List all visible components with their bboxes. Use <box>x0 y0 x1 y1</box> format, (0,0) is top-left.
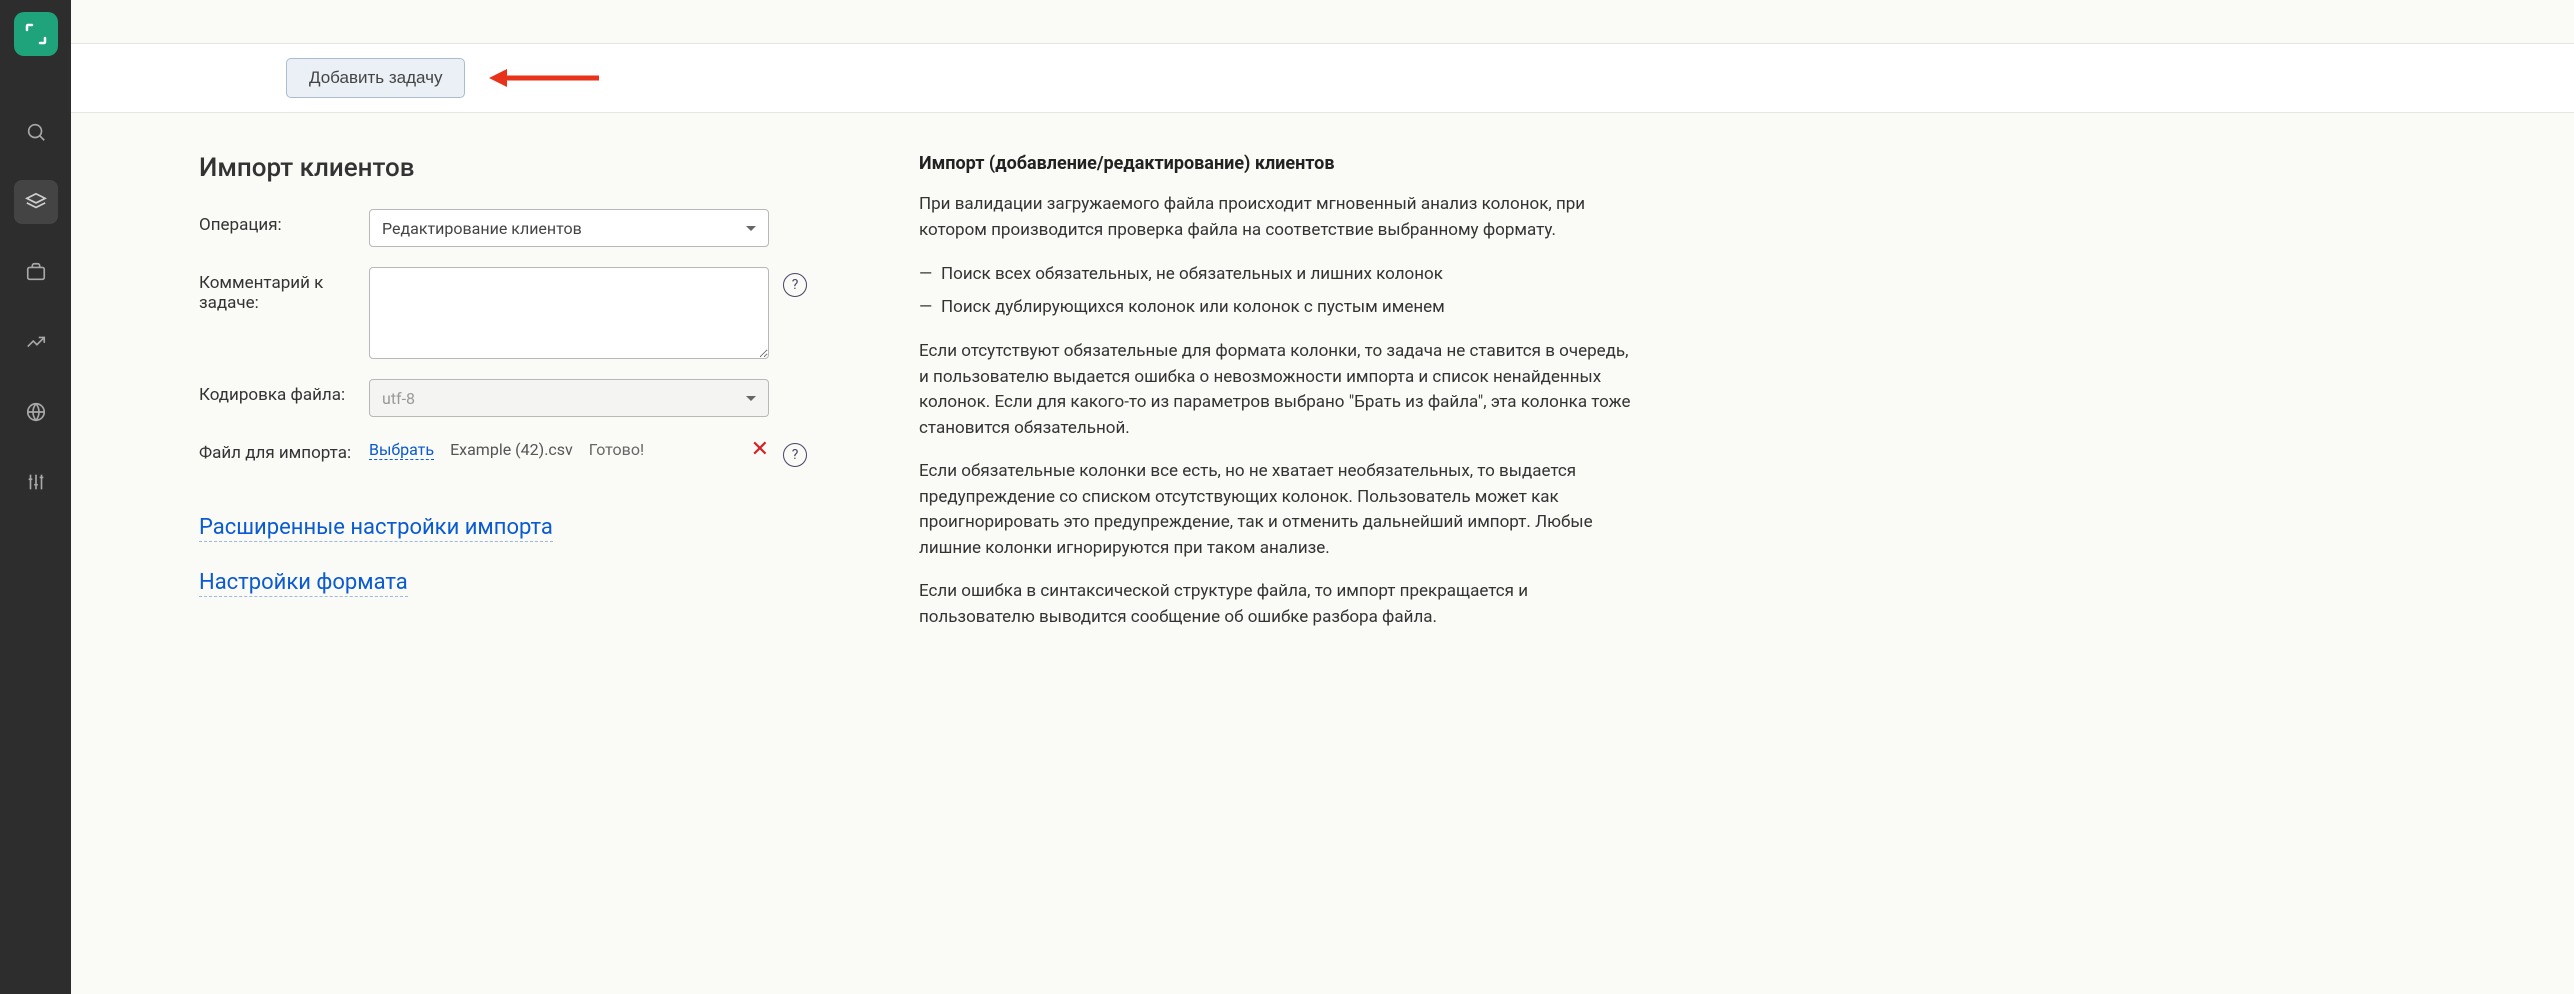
operation-value: Редактирование клиентов <box>382 219 582 238</box>
comment-label: Комментарий к задаче: <box>199 267 369 313</box>
file-label: Файл для импорта: <box>199 437 369 463</box>
help-list-item: Поиск всех обязательных, не обязательных… <box>919 261 1639 288</box>
page-title: Импорт клиентов <box>199 153 839 183</box>
help-paragraph: Если ошибка в синтаксической структуре ф… <box>919 579 1639 630</box>
layers-nav-icon[interactable] <box>14 180 58 224</box>
annotation-arrow <box>489 64 599 92</box>
trending-nav-icon[interactable] <box>14 320 58 364</box>
format-settings-link[interactable]: Настройки формата <box>199 570 408 597</box>
help-icon-comment[interactable]: ? <box>783 273 807 297</box>
file-choose-link[interactable]: Выбрать <box>369 440 434 460</box>
help-icon-file[interactable]: ? <box>783 443 807 467</box>
chevron-down-icon <box>746 226 756 231</box>
help-list-item: Поиск дублирующихся колонок или колонок … <box>919 294 1639 321</box>
topbar <box>71 0 2574 44</box>
operation-select[interactable]: Редактирование клиентов <box>369 209 769 247</box>
encoding-value: utf-8 <box>382 389 415 408</box>
chevron-down-icon <box>746 396 756 401</box>
operation-label: Операция: <box>199 209 369 235</box>
sidebar <box>0 0 71 994</box>
help-paragraph: При валидации загружаемого файла происхо… <box>919 192 1639 243</box>
briefcase-nav-icon[interactable] <box>14 250 58 294</box>
file-remove-icon[interactable]: ✕ <box>751 437 769 462</box>
comment-input[interactable] <box>369 267 769 359</box>
search-nav-icon[interactable] <box>14 110 58 154</box>
advanced-settings-link[interactable]: Расширенные настройки импорта <box>199 515 553 542</box>
help-paragraph: Если отсутствуют обязательные для формат… <box>919 339 1639 441</box>
help-title: Импорт (добавление/редактирование) клиен… <box>919 153 1639 174</box>
encoding-select: utf-8 <box>369 379 769 417</box>
help-paragraph: Если обязательные колонки все есть, но н… <box>919 459 1639 561</box>
help-panel: Импорт (добавление/редактирование) клиен… <box>919 153 1639 648</box>
toolbar: Добавить задачу <box>71 44 2574 113</box>
globe-nav-icon[interactable] <box>14 390 58 434</box>
file-status: Готово! <box>589 440 644 459</box>
add-task-button[interactable]: Добавить задачу <box>286 58 465 98</box>
encoding-label: Кодировка файла: <box>199 379 369 405</box>
file-name: Example (42).csv <box>450 440 573 459</box>
logo[interactable] <box>14 12 58 56</box>
sliders-nav-icon[interactable] <box>14 460 58 504</box>
